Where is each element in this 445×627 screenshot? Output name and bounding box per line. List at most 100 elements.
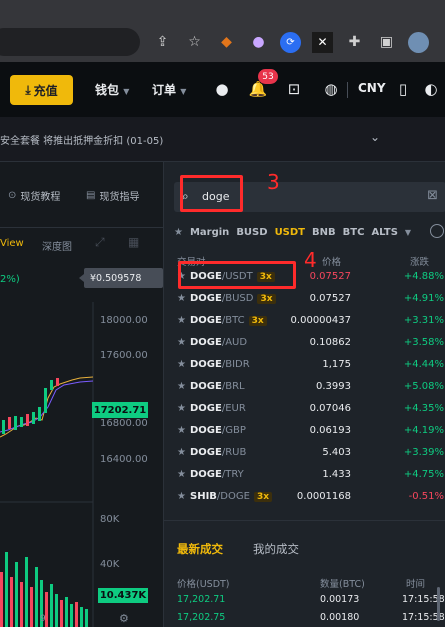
pair-name: DOGE/RUB — [190, 447, 246, 458]
price-axis-label: 18000.00 — [100, 315, 148, 326]
favorite-star-icon[interactable]: ★ — [177, 315, 186, 326]
announcement-text[interactable]: 安全套餐 将推出抵押金折扣 (01-05) — [0, 132, 163, 147]
pair-base: DOGE — [190, 381, 222, 392]
favorite-star-icon[interactable]: ★ — [177, 403, 186, 414]
trades-panel: 最新成交 我的成交 价格(USDT) 数量(BTC) 时间 17,202.71 … — [164, 520, 445, 627]
pair-name: DOGE/BUSD 3x — [190, 293, 276, 304]
favorite-star-icon[interactable]: ★ — [177, 491, 186, 502]
bookmark-star-icon[interactable]: ☆ — [184, 32, 205, 53]
pair-change: +3.31% — [403, 315, 444, 326]
filter-alts[interactable]: ALTS — [371, 227, 397, 238]
settings-gear-icon[interactable]: ⚙ — [119, 612, 129, 625]
volume-bar — [0, 572, 3, 627]
tab-my-trades[interactable]: 我的成交 — [253, 541, 299, 557]
annotation-box-row — [178, 261, 296, 289]
favorite-star-icon[interactable]: ★ — [177, 425, 186, 436]
pair-change: +3.39% — [403, 447, 444, 458]
candle — [56, 378, 59, 386]
favorite-star-icon[interactable]: ★ — [177, 293, 186, 304]
wallet-label: 钱包 — [95, 83, 120, 97]
leverage-badge: 3x — [257, 294, 276, 304]
pair-row[interactable]: ★ DOGE/EUR 0.07046 +4.35% — [164, 398, 445, 420]
pair-row[interactable]: ★ DOGE/BUSD 3x 0.07527 +4.91% — [164, 288, 445, 310]
trade-price: 17,202.75 — [177, 612, 226, 623]
browser-toolbar: ⇪ ☆ ◆ ● ⟳ ✕ ✚ ▣ — [0, 0, 445, 62]
filter-bnb[interactable]: BNB — [312, 227, 336, 238]
volume-bar — [75, 602, 78, 627]
pair-quote: /AUD — [221, 337, 248, 348]
wallet-menu[interactable]: 钱包 ▼ — [95, 81, 129, 98]
theme-toggle-icon[interactable]: ▯ — [392, 78, 414, 100]
pair-quote: /RUB — [221, 447, 247, 458]
scrollbar[interactable] — [436, 581, 442, 621]
pair-change: +5.08% — [403, 381, 444, 392]
puzzle-extensions-icon[interactable]: ✚ — [344, 32, 365, 53]
pair-quote: /DOGE — [216, 491, 250, 502]
candlestick-chart[interactable] — [0, 162, 163, 627]
clear-icon[interactable]: ⊠ — [427, 188, 438, 203]
radio-toggle[interactable] — [430, 224, 444, 238]
crosshair-price-tag: ¥0.509578 — [79, 268, 163, 288]
pair-quote: /GBP — [221, 425, 246, 436]
volume-bar — [20, 582, 23, 627]
extension-icon[interactable]: ● — [248, 32, 269, 53]
favorite-star-icon[interactable]: ★ — [177, 359, 186, 370]
share-icon[interactable]: ⇪ — [152, 32, 173, 53]
pair-row[interactable]: ★ DOGE/BRL 0.3993 +5.08% — [164, 376, 445, 398]
extension-icon[interactable]: ✕ — [312, 31, 333, 53]
favorites-star-icon[interactable]: ★ — [174, 227, 183, 238]
metamask-extension-icon[interactable]: ◆ — [216, 32, 237, 53]
extension-icon[interactable]: ⟳ — [280, 31, 301, 53]
candle — [26, 414, 29, 426]
scrollbar-thumb[interactable] — [437, 587, 440, 621]
pair-base: DOGE — [190, 447, 222, 458]
globe-icon[interactable]: ◍ — [320, 78, 342, 100]
filter-busd[interactable]: BUSD — [236, 227, 267, 238]
profile-avatar-icon[interactable] — [408, 31, 429, 53]
chevron-down-icon[interactable]: ⌄ — [370, 130, 380, 144]
orders-label: 订单 — [152, 83, 177, 97]
annotation-label-3: 3 — [267, 170, 280, 194]
pair-row[interactable]: ★ DOGE/TRY 1.433 +4.75% — [164, 464, 445, 486]
favorite-star-icon[interactable]: ★ — [177, 337, 186, 348]
pair-name: DOGE/GBP — [190, 425, 246, 436]
favorite-star-icon[interactable]: ★ — [177, 469, 186, 480]
pair-change: +4.88% — [403, 271, 444, 282]
filter-margin[interactable]: Margin — [190, 227, 229, 238]
settings-icon[interactable]: ◐ — [420, 78, 442, 100]
browser-icons: ⇪ ☆ ◆ ● ⟳ ✕ ✚ ▣ — [152, 30, 429, 54]
filter-usdt[interactable]: USDT — [275, 227, 305, 238]
deposit-label: 充值 — [33, 83, 58, 98]
candle — [32, 412, 35, 424]
leverage-badge: 3x — [253, 492, 273, 502]
pair-row[interactable]: ★ DOGE/AUD 0.10862 +3.58% — [164, 332, 445, 354]
volume-axis-label: 80K — [100, 514, 120, 525]
pair-row[interactable]: ★ SHIB/DOGE 3x 0.0001168 -0.51% — [164, 486, 445, 508]
favorite-star-icon[interactable]: ★ — [177, 381, 186, 392]
tab-market-trades[interactable]: 最新成交 — [177, 541, 223, 557]
trade-row: 17,202.71 0.00173 17:15:58 — [164, 594, 445, 610]
pair-row[interactable]: ★ DOGE/BTC 3x 0.00000437 +3.31% — [164, 310, 445, 332]
volume-bar — [15, 562, 18, 627]
favorite-star-icon[interactable]: ★ — [177, 447, 186, 458]
deposit-button[interactable]: ⤓ 充值 — [10, 75, 73, 105]
annotation-box-search — [180, 175, 243, 212]
pair-base: DOGE — [190, 425, 222, 436]
pair-base: DOGE — [190, 359, 222, 370]
candle — [8, 417, 11, 429]
pair-row[interactable]: ★ DOGE/BIDR 1,175 +4.44% — [164, 354, 445, 376]
address-bar[interactable] — [0, 28, 140, 56]
pair-change: +4.44% — [403, 359, 444, 370]
price-tag-value: ¥0.509578 — [90, 272, 142, 284]
orders-menu[interactable]: 订单 ▼ — [152, 81, 186, 98]
pair-row[interactable]: ★ DOGE/RUB 5.403 +3.39% — [164, 442, 445, 464]
market-filter-tabs: ★ Margin BUSD USDT BNB BTC ALTS ▼ — [174, 224, 445, 240]
chevron-down-icon[interactable]: ▼ — [405, 228, 411, 237]
sidebar-icon[interactable]: ▣ — [376, 32, 397, 53]
candle — [20, 417, 23, 427]
user-icon[interactable]: ● — [211, 78, 233, 100]
currency-selector[interactable]: CNY — [358, 81, 386, 95]
download-app-icon[interactable]: ⊡ — [283, 78, 305, 100]
filter-btc[interactable]: BTC — [343, 227, 365, 238]
pair-row[interactable]: ★ DOGE/GBP 0.06193 +4.19% — [164, 420, 445, 442]
